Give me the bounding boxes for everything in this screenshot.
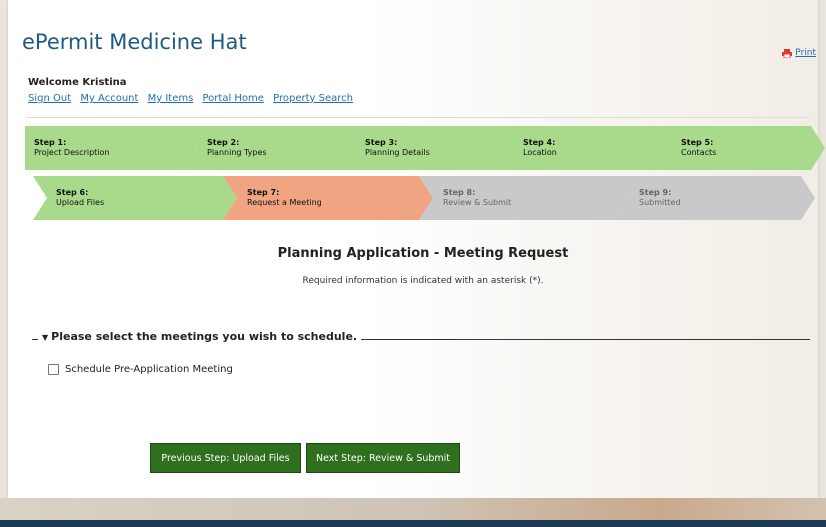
- step-label: Location: [523, 148, 557, 157]
- property-search-link[interactable]: Property Search: [273, 93, 353, 104]
- pre-application-meeting-option[interactable]: Schedule Pre-Application Meeting: [48, 364, 233, 375]
- step-2[interactable]: Step 2: Planning Types: [183, 126, 355, 170]
- site-title: ePermit Medicine Hat: [22, 30, 247, 54]
- step-label: Submitted: [639, 198, 681, 207]
- step-number: Step 2:: [207, 138, 240, 147]
- print-link[interactable]: Print: [782, 48, 816, 58]
- step-label: Review & Submit: [443, 198, 512, 207]
- step-7[interactable]: Step 7: Request a Meeting: [223, 176, 433, 220]
- step-6[interactable]: Step 6: Upload Files: [33, 176, 237, 220]
- step-number: Step 3:: [365, 138, 398, 147]
- step-progress: Step 1: Project Description Step 2: Plan…: [25, 126, 825, 222]
- background-wall: [0, 498, 826, 520]
- step-number: Step 8:: [443, 188, 476, 197]
- required-note: Required information is indicated with a…: [302, 276, 544, 286]
- step-1[interactable]: Step 1: Project Description: [25, 126, 197, 170]
- page-heading: Planning Application - Meeting Request: [277, 246, 569, 261]
- header-divider: [26, 117, 810, 118]
- my-items-link[interactable]: My Items: [148, 93, 194, 104]
- step-label: Upload Files: [56, 198, 105, 207]
- step-number: Step 5:: [681, 138, 714, 147]
- pre-application-meeting-checkbox[interactable]: [48, 364, 59, 375]
- step-number: Step 9:: [639, 188, 672, 197]
- portal-home-link[interactable]: Portal Home: [203, 93, 264, 104]
- step-label: Request a Meeting: [247, 198, 322, 207]
- step-8: Step 8: Review & Submit: [419, 176, 629, 220]
- step-label: Contacts: [681, 148, 717, 157]
- step-number: Step 1:: [34, 138, 67, 147]
- caret-down-icon: ▼: [42, 333, 49, 342]
- meetings-legend[interactable]: ▼ Please select the meetings you wish to …: [38, 330, 362, 343]
- step-label: Planning Details: [365, 148, 430, 157]
- print-label: Print: [795, 48, 816, 58]
- welcome-text: Welcome Kristina: [28, 77, 127, 88]
- footer-bar: [0, 520, 826, 527]
- step-label: Project Description: [34, 148, 110, 157]
- my-account-link[interactable]: My Account: [80, 93, 138, 104]
- checkbox-label: Schedule Pre-Application Meeting: [65, 364, 233, 375]
- user-nav: Sign Out My Account My Items Portal Home…: [28, 93, 359, 104]
- printer-icon: [782, 48, 793, 58]
- step-number: Step 7:: [247, 188, 280, 197]
- step-number: Step 6:: [56, 188, 89, 197]
- step-4[interactable]: Step 4: Location: [499, 126, 671, 170]
- legend-text: Please select the meetings you wish to s…: [51, 330, 358, 343]
- page-content: ePermit Medicine Hat Print Welcome Krist…: [8, 0, 825, 498]
- next-step-button[interactable]: Next Step: Review & Submit: [306, 443, 460, 473]
- step-5[interactable]: Step 5: Contacts: [657, 126, 825, 170]
- step-number: Step 4:: [523, 138, 556, 147]
- previous-step-button[interactable]: Previous Step: Upload Files: [150, 443, 301, 473]
- step-9: Step 9: Submitted: [615, 176, 815, 220]
- step-label: Planning Types: [207, 148, 267, 157]
- step-3[interactable]: Step 3: Planning Details: [341, 126, 513, 170]
- sign-out-link[interactable]: Sign Out: [28, 93, 71, 104]
